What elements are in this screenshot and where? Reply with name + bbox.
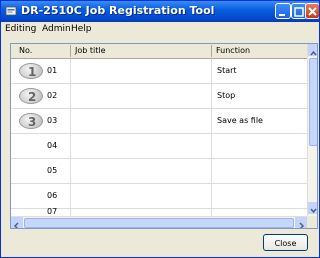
scroll-left-button[interactable] bbox=[11, 217, 23, 228]
horizontal-scroll-thumb[interactable] bbox=[24, 218, 294, 228]
column-divider[interactable] bbox=[70, 45, 71, 57]
function-cell[interactable]: Save as file bbox=[217, 116, 263, 125]
number-badge-icon: 2 bbox=[19, 88, 43, 104]
row-number: 04 bbox=[47, 141, 58, 150]
scrollbar-corner bbox=[307, 216, 317, 228]
menu-admin[interactable]: Admin bbox=[42, 24, 71, 34]
number-badge-icon: 3 bbox=[19, 113, 43, 129]
table-row[interactable]: 2 02 Stop bbox=[11, 84, 307, 109]
cell-divider bbox=[211, 159, 212, 183]
table-row[interactable]: 07 bbox=[11, 207, 307, 216]
minimize-button[interactable] bbox=[275, 3, 291, 19]
row-number: 05 bbox=[47, 166, 58, 175]
cell-divider bbox=[70, 134, 71, 158]
scanner-app-icon bbox=[5, 6, 17, 16]
cell-divider bbox=[211, 84, 212, 108]
column-header-no[interactable]: No. bbox=[19, 46, 32, 55]
table-row[interactable]: 1 01 Start bbox=[11, 59, 307, 84]
menu-editing[interactable]: Editing bbox=[5, 24, 36, 34]
cell-divider bbox=[70, 109, 71, 133]
badge-digit: 1 bbox=[28, 65, 37, 79]
row-number: 06 bbox=[47, 191, 58, 200]
title-bar[interactable]: DR-2510C Job Registration Tool bbox=[1, 1, 319, 22]
cell-divider bbox=[70, 184, 71, 208]
row-number: 03 bbox=[47, 116, 58, 125]
function-cell[interactable]: Stop bbox=[217, 91, 235, 100]
table-row[interactable]: 06 bbox=[11, 184, 307, 209]
badge-digit: 2 bbox=[28, 90, 37, 104]
minimize-icon bbox=[279, 14, 285, 16]
close-button[interactable]: Close bbox=[263, 234, 308, 251]
function-cell[interactable]: Start bbox=[217, 66, 237, 75]
close-icon bbox=[308, 7, 317, 16]
column-header-job-title[interactable]: Job title bbox=[75, 46, 106, 55]
cell-divider bbox=[211, 59, 212, 83]
vertical-scrollbar[interactable] bbox=[307, 44, 317, 216]
scroll-up-button[interactable] bbox=[308, 44, 317, 56]
row-number: 07 bbox=[47, 207, 58, 216]
scroll-right-button[interactable] bbox=[295, 217, 307, 228]
column-header-function[interactable]: Function bbox=[216, 46, 250, 55]
badge-digit: 3 bbox=[28, 115, 37, 129]
number-badge-icon: 1 bbox=[19, 63, 43, 79]
maximize-icon bbox=[294, 7, 304, 17]
row-number: 02 bbox=[47, 91, 58, 100]
cell-divider bbox=[211, 207, 212, 216]
menu-bar: Editing Admin Help bbox=[1, 22, 319, 37]
job-table: No. Job title Function 1 01 Start 2 02 S… bbox=[10, 43, 318, 229]
table-row[interactable]: 3 03 Save as file bbox=[11, 109, 307, 134]
cell-divider bbox=[70, 59, 71, 83]
cell-divider bbox=[70, 84, 71, 108]
app-window: DR-2510C Job Registration Tool Editing A… bbox=[0, 0, 320, 258]
menu-help[interactable]: Help bbox=[71, 24, 92, 34]
column-divider[interactable] bbox=[211, 45, 212, 57]
horizontal-scrollbar[interactable] bbox=[11, 216, 307, 228]
table-row[interactable]: 04 bbox=[11, 134, 307, 159]
table-header: No. Job title Function bbox=[11, 44, 307, 59]
vertical-scroll-thumb[interactable] bbox=[309, 58, 317, 146]
cell-divider bbox=[211, 184, 212, 208]
cell-divider bbox=[211, 109, 212, 133]
window-title: DR-2510C Job Registration Tool bbox=[21, 4, 215, 17]
cell-divider bbox=[70, 207, 71, 216]
cell-divider bbox=[211, 134, 212, 158]
chevron-right-icon bbox=[299, 222, 305, 228]
row-number: 01 bbox=[47, 66, 58, 75]
chevron-left-icon bbox=[13, 222, 19, 228]
cell-divider bbox=[70, 159, 71, 183]
scroll-down-button[interactable] bbox=[308, 202, 317, 214]
table-row[interactable]: 05 bbox=[11, 159, 307, 184]
close-window-button[interactable] bbox=[305, 3, 319, 19]
